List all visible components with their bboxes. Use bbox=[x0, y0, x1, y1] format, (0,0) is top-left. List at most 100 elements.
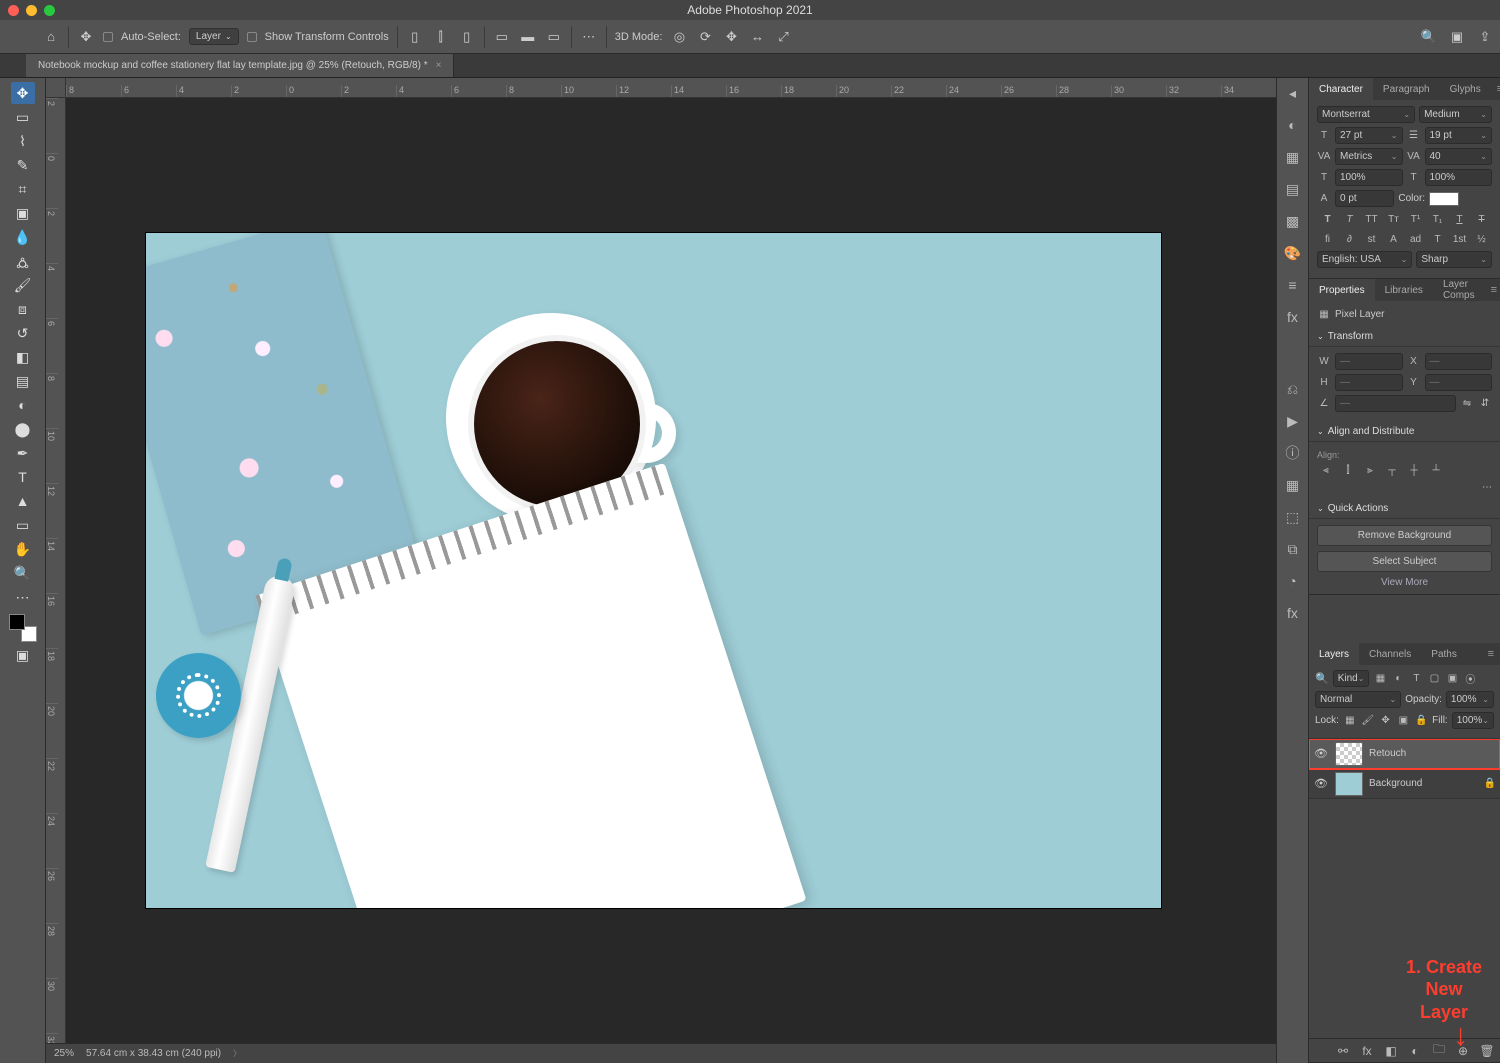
align-hcenter-icon[interactable]: ⫿ bbox=[432, 28, 450, 46]
strip-patterns-icon[interactable]: ▩ bbox=[1282, 210, 1304, 232]
color-swatches[interactable] bbox=[9, 614, 37, 642]
roll-3d-icon[interactable]: ⟳ bbox=[696, 28, 714, 46]
height-input[interactable]: — bbox=[1335, 374, 1403, 391]
strip-actions-icon[interactable]: ▶ bbox=[1282, 410, 1304, 432]
quick-select-tool[interactable]: ✎ bbox=[11, 154, 35, 176]
zoom-level[interactable]: 25% bbox=[54, 1048, 74, 1059]
strip-adjustments-icon[interactable]: ≡ bbox=[1282, 274, 1304, 296]
strip-swatches-icon[interactable]: ▦ bbox=[1282, 146, 1304, 168]
layer-name[interactable]: Retouch bbox=[1369, 748, 1496, 759]
pan-3d-icon[interactable]: ✥ bbox=[722, 28, 740, 46]
halfwidth-icon[interactable]: ½ bbox=[1473, 231, 1491, 247]
home-icon[interactable]: ⌂ bbox=[42, 28, 60, 46]
path-select-tool[interactable]: ▲ bbox=[11, 490, 35, 512]
auto-select-checkbox[interactable] bbox=[103, 32, 113, 42]
rotate-input[interactable]: — bbox=[1335, 395, 1456, 412]
stylistic-alts-icon[interactable]: ad bbox=[1407, 231, 1425, 247]
minimize-window-icon[interactable] bbox=[26, 5, 37, 16]
strip-gradients-icon[interactable]: ▤ bbox=[1282, 178, 1304, 200]
contextual-alts-icon[interactable]: ∂ bbox=[1341, 231, 1359, 247]
tab-channels[interactable]: Channels bbox=[1359, 643, 1421, 665]
tab-layers[interactable]: Layers bbox=[1309, 643, 1359, 665]
healing-brush-tool[interactable]: 🜛 bbox=[11, 250, 35, 272]
subscript-icon[interactable]: T₁ bbox=[1429, 211, 1447, 227]
search-icon[interactable]: 🔍 bbox=[1420, 28, 1438, 46]
lock-icon[interactable]: 🔒 bbox=[1484, 778, 1496, 789]
width-input[interactable]: — bbox=[1335, 353, 1403, 370]
layer-thumbnail[interactable] bbox=[1335, 772, 1363, 796]
font-size-dropdown[interactable]: 27 pt⌄ bbox=[1335, 127, 1403, 144]
link-layers-icon[interactable]: ⚯ bbox=[1334, 1042, 1352, 1060]
layer-mask-icon[interactable]: ◧ bbox=[1382, 1042, 1400, 1060]
crop-tool[interactable]: ⌗ bbox=[11, 178, 35, 200]
align-bottom-edges-icon[interactable]: ▭ bbox=[545, 28, 563, 46]
align-vcenter-icon[interactable]: ▬ bbox=[519, 28, 537, 46]
type-tool[interactable]: T bbox=[11, 466, 35, 488]
layer-filter-dropdown[interactable]: Kind⌄ bbox=[1333, 670, 1370, 687]
frame-tool[interactable]: ▣ bbox=[11, 202, 35, 224]
more-align-icon[interactable]: ⋯ bbox=[1482, 482, 1492, 493]
adjustment-layer-icon[interactable]: ◐ bbox=[1406, 1042, 1424, 1060]
tracking-dropdown[interactable]: 40⌄ bbox=[1425, 148, 1493, 165]
ligatures-icon[interactable]: fi bbox=[1319, 231, 1337, 247]
language-dropdown[interactable]: English: USA⌄ bbox=[1317, 251, 1412, 268]
strip-navigator-icon[interactable]: ▦ bbox=[1282, 474, 1304, 496]
screen-mode-icon[interactable]: ▣ bbox=[11, 644, 35, 666]
align-top-icon[interactable]: ┬ bbox=[1383, 462, 1401, 478]
faux-italic-icon[interactable]: T bbox=[1341, 211, 1359, 227]
tab-properties[interactable]: Properties bbox=[1309, 279, 1375, 301]
superscript-icon[interactable]: T¹ bbox=[1407, 211, 1425, 227]
underline-icon[interactable]: T bbox=[1451, 211, 1469, 227]
text-color-swatch[interactable] bbox=[1429, 192, 1459, 206]
hscale-input[interactable]: 100% bbox=[1425, 169, 1493, 186]
orbit-3d-icon[interactable]: ◎ bbox=[670, 28, 688, 46]
strip-info-icon[interactable]: ⓘ bbox=[1282, 442, 1304, 464]
select-subject-button[interactable]: Select Subject bbox=[1317, 551, 1492, 572]
strip-styles-icon[interactable]: fx bbox=[1282, 306, 1304, 328]
expand-strip-icon[interactable]: ◂ bbox=[1282, 82, 1304, 104]
faux-bold-icon[interactable]: T bbox=[1319, 211, 1337, 227]
allcaps-icon[interactable]: TT bbox=[1363, 211, 1381, 227]
panel-menu-icon[interactable]: ≡ bbox=[1491, 78, 1500, 100]
delete-layer-icon[interactable]: 🗑 bbox=[1478, 1042, 1496, 1060]
titling-icon[interactable]: T bbox=[1429, 231, 1447, 247]
y-input[interactable]: — bbox=[1425, 374, 1493, 391]
layer-thumbnail[interactable] bbox=[1335, 742, 1363, 766]
tab-libraries[interactable]: Libraries bbox=[1375, 279, 1433, 301]
ruler-vertical[interactable]: 2024681012141618202224262830323436384042 bbox=[46, 98, 66, 1063]
strip-measurement-icon[interactable]: fx bbox=[1282, 602, 1304, 624]
lock-all-icon[interactable]: 🔒 bbox=[1414, 714, 1428, 728]
align-right-icon[interactable]: ⫸ bbox=[1361, 462, 1379, 478]
lock-position-icon[interactable]: ✥ bbox=[1379, 714, 1393, 728]
auto-select-mode-dropdown[interactable]: Layer⌄ bbox=[189, 28, 239, 45]
filter-toggle-icon[interactable]: ⦿ bbox=[1463, 672, 1477, 686]
maximize-window-icon[interactable] bbox=[44, 5, 55, 16]
docinfo-chevron-icon[interactable]: 〉 bbox=[233, 1048, 241, 1059]
filter-shape-icon[interactable]: ▢ bbox=[1427, 672, 1441, 686]
ordinals-icon[interactable]: A bbox=[1385, 231, 1403, 247]
align-hcenter-icon[interactable]: ⫿ bbox=[1339, 462, 1357, 478]
doc-info[interactable]: 57.64 cm x 38.43 cm (240 ppi) bbox=[86, 1048, 221, 1059]
layer-row[interactable]: 👁 Retouch bbox=[1309, 739, 1500, 769]
strip-history-icon[interactable]: ⎌ bbox=[1282, 378, 1304, 400]
swash-icon[interactable]: st bbox=[1363, 231, 1381, 247]
marquee-tool[interactable]: ▭ bbox=[11, 106, 35, 128]
strip-3d-icon[interactable]: ⬚ bbox=[1282, 506, 1304, 528]
antialias-dropdown[interactable]: Sharp⌄ bbox=[1416, 251, 1492, 268]
hand-tool[interactable]: ✋ bbox=[11, 538, 35, 560]
smallcaps-icon[interactable]: Tᴛ bbox=[1385, 211, 1403, 227]
transform-section-header[interactable]: ⌄Transform bbox=[1309, 327, 1500, 347]
align-left-icon[interactable]: ⫷ bbox=[1317, 462, 1335, 478]
font-style-dropdown[interactable]: Medium⌄ bbox=[1419, 106, 1492, 123]
layer-visibility-icon[interactable]: 👁 bbox=[1313, 747, 1329, 760]
zoom-tool[interactable]: 🔍 bbox=[11, 562, 35, 584]
strikethrough-icon[interactable]: T bbox=[1473, 211, 1491, 227]
fill-input[interactable]: 100%⌄ bbox=[1452, 712, 1494, 729]
workspace-icon[interactable]: ▣ bbox=[1448, 28, 1466, 46]
dodge-tool[interactable]: ⬤ bbox=[11, 418, 35, 440]
flip-h-icon[interactable]: ⇋ bbox=[1460, 397, 1474, 411]
document-tab[interactable]: Notebook mockup and coffee stationery fl… bbox=[26, 54, 454, 77]
layer-name[interactable]: Background bbox=[1369, 778, 1478, 789]
ruler-horizontal[interactable]: 8642024681012141618202224262830323436384… bbox=[66, 78, 1276, 98]
align-vcenter-icon[interactable]: ┼ bbox=[1405, 462, 1423, 478]
